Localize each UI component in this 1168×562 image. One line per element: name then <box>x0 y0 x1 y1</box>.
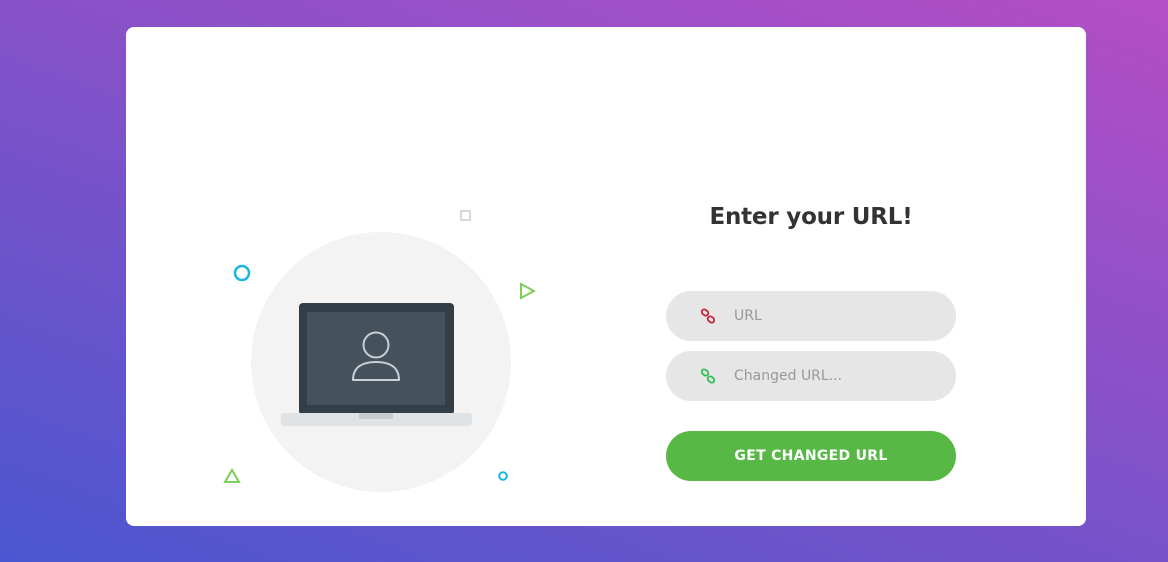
url-input[interactable] <box>734 291 934 341</box>
decor-play-triangle-shape <box>520 282 537 300</box>
laptop-user-illustration <box>221 202 551 502</box>
decor-circle-shape <box>233 264 251 282</box>
get-changed-url-button[interactable]: GET CHANGED URL <box>666 431 956 481</box>
url-form: Enter your URL! URL Changed URL... GET C… <box>666 197 956 481</box>
url-form-card: Enter your URL! URL Changed URL... GET C… <box>126 27 1086 526</box>
url-input-wrapper[interactable] <box>666 291 956 341</box>
link-icon <box>700 308 716 324</box>
decor-triangle-shape <box>223 468 241 483</box>
form-title: Enter your URL! <box>709 204 913 230</box>
illustration-graphic <box>223 210 537 492</box>
changed-url-input-wrapper[interactable] <box>666 351 956 401</box>
laptop-icon <box>281 303 472 426</box>
decor-small-circle-shape <box>498 471 508 481</box>
link-icon <box>700 368 716 384</box>
decor-square-shape <box>460 210 471 221</box>
changed-url-input[interactable] <box>734 351 934 401</box>
